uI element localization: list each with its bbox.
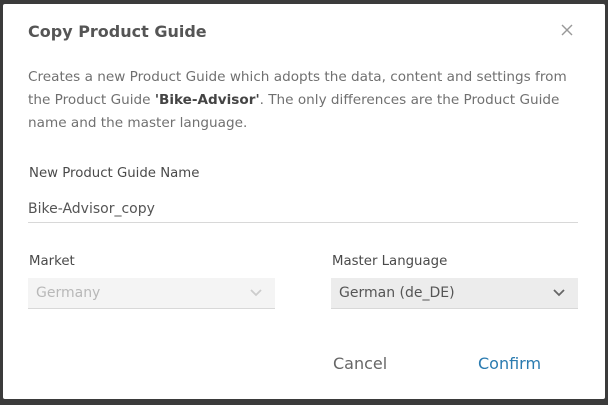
- product-guide-name-input[interactable]: [28, 196, 578, 223]
- close-icon[interactable]: [560, 23, 574, 37]
- master-language-value: German (de_DE): [339, 285, 455, 301]
- market-value: Germany: [36, 285, 101, 301]
- master-language-label: Master Language: [332, 254, 448, 269]
- master-language-select[interactable]: German (de_DE): [331, 278, 578, 309]
- market-select: Germany: [28, 278, 275, 309]
- cancel-button[interactable]: Cancel: [333, 354, 387, 373]
- chevron-down-icon: [553, 289, 565, 297]
- dialog-title: Copy Product Guide: [28, 22, 207, 41]
- confirm-button[interactable]: Confirm: [478, 354, 541, 373]
- name-label: New Product Guide Name: [29, 166, 200, 181]
- market-label: Market: [29, 254, 75, 269]
- dialog-description: Creates a new Product Guide which adopts…: [28, 66, 568, 135]
- chevron-down-icon: [250, 289, 262, 297]
- copy-product-guide-dialog: Copy Product Guide Creates a new Product…: [3, 4, 605, 399]
- source-guide-name: 'Bike-Advisor': [154, 92, 260, 108]
